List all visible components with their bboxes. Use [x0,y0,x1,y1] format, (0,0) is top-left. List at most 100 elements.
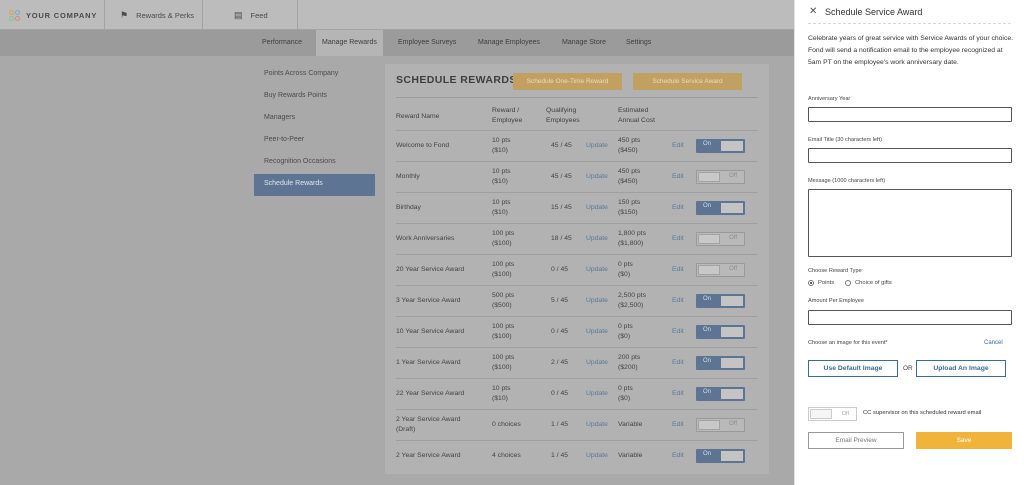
use-default-image-button[interactable]: Use Default Image [808,360,898,377]
edit-link[interactable]: Edit [672,141,684,151]
cc-supervisor-label: CC supervisor on this scheduled reward e… [863,410,982,416]
email-preview-button[interactable]: Email Preview [808,432,904,449]
reward-toggle[interactable]: On [696,201,745,215]
edit-link[interactable]: Edit [672,327,684,337]
update-link[interactable]: Update [586,234,608,244]
radio-unselected-icon [845,280,851,286]
edit-link[interactable]: Edit [672,172,684,182]
estimated-cost: 200 pts ($200) [618,353,640,373]
tab-manage-rewards[interactable]: Manage Rewards [316,30,383,56]
cost-dollars: ($2,500) [618,302,644,309]
edit-link[interactable]: Edit [672,296,684,306]
drawer-divider [808,23,1011,24]
toggle-state-label: On [703,327,712,333]
save-button[interactable]: Save [916,432,1012,449]
close-icon[interactable]: ✕ [809,6,817,17]
update-link[interactable]: Update [586,358,608,368]
anniversary-year-input[interactable] [808,107,1012,122]
reward-dollars: ($100) [492,333,512,340]
col-header-qualifying-line2: Employees [546,117,580,124]
nav-rewards-perks[interactable]: ⚑ Rewards & Perks [105,0,203,30]
toggle-knob [721,327,743,337]
qualifying-count: 0 / 45 [551,390,569,397]
sidebar-item-recognition-occasions[interactable]: Recognition Occasions [254,152,375,174]
update-link[interactable]: Update [586,451,608,461]
cost-points: 0 pts [618,261,633,268]
edit-link[interactable]: Edit [672,451,684,461]
reward-per-employee: 100 pts ($100) [492,229,514,249]
reward-toggle[interactable]: On [696,387,745,401]
update-link[interactable]: Update [586,265,608,275]
upload-image-button[interactable]: Upload An Image [916,360,1006,377]
or-label: OR [903,365,913,372]
tab-manage-employees[interactable]: Manage Employees [478,30,540,56]
reward-points: 4 choices [492,452,521,459]
tab-employee-surveys[interactable]: Employee Surveys [398,30,456,56]
reward-points: 100 pts [492,230,515,237]
reward-toggle[interactable]: On [696,449,745,463]
toggle-knob [721,451,743,461]
update-link[interactable]: Update [586,389,608,399]
reward-toggle[interactable]: Off [696,263,745,277]
update-link[interactable]: Update [586,296,608,306]
sidebar-item-points-across-company[interactable]: Points Across Company [254,64,375,86]
edit-link[interactable]: Edit [672,420,684,430]
cc-supervisor-toggle[interactable]: Off [808,407,857,421]
reward-per-employee: 0 choices [492,420,521,430]
sidebar-item-schedule-rewards[interactable]: Schedule Rewards [254,174,375,196]
edit-link[interactable]: Edit [672,389,684,399]
toggle-state-label: Off [729,173,737,179]
schedule-service-award-button[interactable]: Schedule Service Award [633,73,742,90]
reward-per-employee: 10 pts ($10) [492,167,511,187]
toggle-knob [721,389,743,399]
reward-dollars: ($100) [492,240,512,247]
schedule-one-time-reward-button[interactable]: Schedule One-Time Reward [513,73,622,90]
reward-toggle[interactable]: Off [696,232,745,246]
sidebar-item-managers[interactable]: Managers [254,108,375,130]
table-row: 22 Year Service Award 10 pts ($10) 0 / 45 Up… [396,378,758,409]
tab-performance[interactable]: Performance [262,30,302,56]
message-textarea[interactable] [808,189,1012,257]
reward-toggle[interactable]: On [696,356,745,370]
update-link[interactable]: Update [586,420,608,430]
estimated-cost: 1,800 pts ($1,800) [618,229,646,249]
qualifying-count: 0 / 45 [551,266,569,273]
sidebar-item-buy-rewards-points[interactable]: Buy Rewards Points [254,86,375,108]
edit-link[interactable]: Edit [672,234,684,244]
col-header-qualifying: Qualifying Employees [546,106,580,126]
reward-toggle[interactable]: Off [696,418,745,432]
reward-toggle[interactable]: On [696,139,745,153]
tab-settings[interactable]: Settings [626,30,651,56]
nav-feed[interactable]: ▤ Feed [203,0,298,30]
reward-name-line1: Monthly [396,173,420,180]
cost-points: Variable [618,452,643,459]
company-logo[interactable]: YOUR COMPANY [0,0,105,30]
amount-label: Amount Per Employee [808,298,864,304]
table-row: Work Anniversaries 100 pts ($100) 18 / 45 Up… [396,223,758,254]
edit-link[interactable]: Edit [672,358,684,368]
estimated-cost: 150 pts ($150) [618,198,640,218]
edit-link[interactable]: Edit [672,203,684,213]
nav-rewards-label: Rewards & Perks [136,10,195,20]
update-link[interactable]: Update [586,172,608,182]
reward-toggle[interactable]: On [696,325,745,339]
radio-points[interactable]: Points [808,280,834,286]
update-link[interactable]: Update [586,203,608,213]
col-header-reward-line1: Reward / [492,107,520,114]
email-title-input[interactable] [808,148,1012,163]
sidebar-item-peer-to-peer[interactable]: Peer-to-Peer [254,130,375,152]
cost-points: 200 pts [618,354,641,361]
update-link[interactable]: Update [586,327,608,337]
reward-points: 100 pts [492,323,515,330]
update-link[interactable]: Update [586,141,608,151]
reward-toggle[interactable]: Off [696,170,745,184]
edit-link[interactable]: Edit [672,265,684,275]
radio-choice-of-gifts[interactable]: Choice of gifts [845,280,892,286]
image-cancel-link[interactable]: Cancel [984,340,1003,346]
toggle-knob [721,358,743,368]
reward-points: 100 pts [492,261,515,268]
tab-manage-store[interactable]: Manage Store [562,30,606,56]
amount-input[interactable] [808,310,1012,325]
estimated-cost: 450 pts ($450) [618,167,640,187]
reward-toggle[interactable]: On [696,294,745,308]
